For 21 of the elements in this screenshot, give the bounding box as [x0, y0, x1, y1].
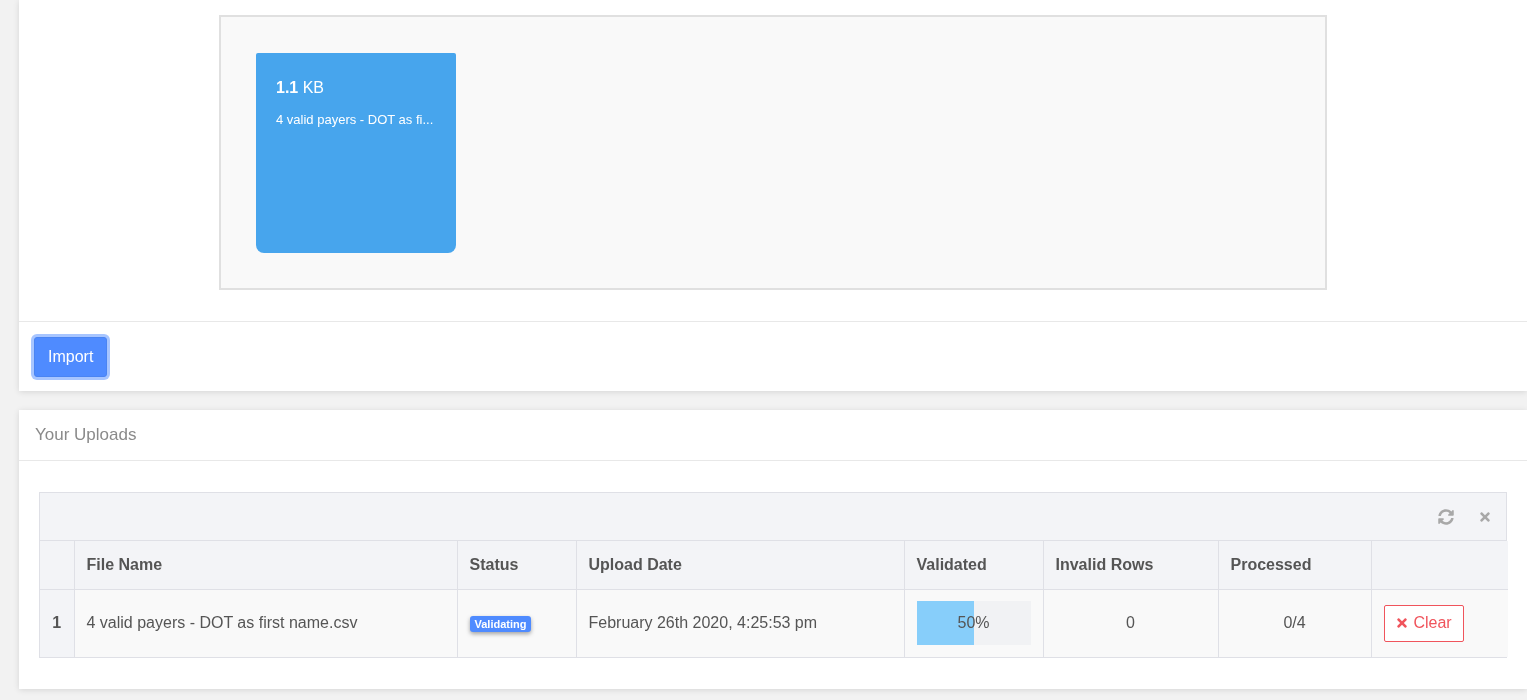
- column-header: Validated: [904, 541, 1043, 589]
- import-button[interactable]: Import: [34, 337, 108, 377]
- file-size: 1.1 KB: [276, 79, 326, 97]
- clear-button[interactable]: Clear: [1383, 604, 1464, 642]
- table-cell: 4 valid payers - DOT as first name.csv: [74, 589, 457, 657]
- file-name: 4 valid payers - DOT as fi...: [276, 112, 435, 127]
- column-header: Processed: [1218, 541, 1371, 589]
- dropzone[interactable]: 1.1 KB 4 valid payers - DOT as fi...: [219, 15, 1327, 290]
- table-cell: 0/4: [1218, 589, 1371, 657]
- column-header: Invalid Rows: [1043, 541, 1218, 589]
- row-number: 1: [40, 589, 74, 657]
- column-header: Status: [457, 541, 576, 589]
- table-cell: February 26th 2020, 4:25:53 pm: [576, 589, 904, 657]
- column-header: File Name: [74, 541, 457, 589]
- close-icon: [1395, 616, 1410, 631]
- status-badge: Validating: [469, 616, 532, 633]
- card-title: Your Uploads: [35, 425, 137, 445]
- refresh-icon[interactable]: [1438, 508, 1454, 525]
- table-cell: 0: [1043, 589, 1218, 657]
- close-icon[interactable]: [1478, 509, 1492, 524]
- column-header: Upload Date: [576, 541, 904, 589]
